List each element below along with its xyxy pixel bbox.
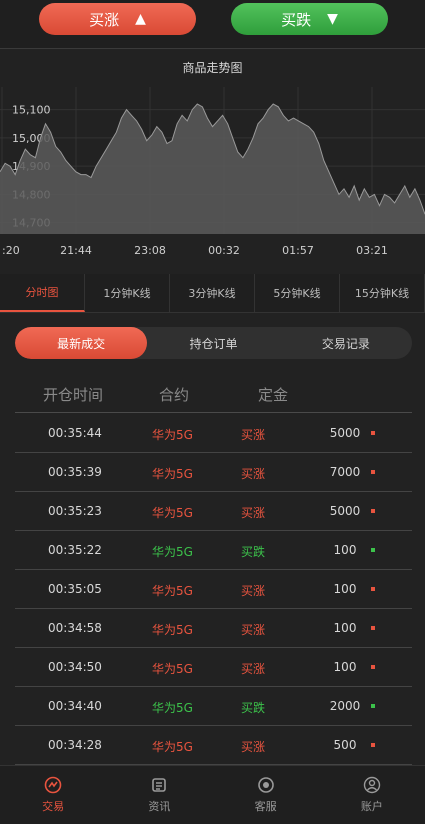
- x-tick-label: 03:21: [356, 244, 388, 257]
- row-amount: 5000: [329, 426, 361, 440]
- nav-trade[interactable]: 交易: [0, 766, 106, 824]
- price-trend-chart: 商品走势图 15,10015,00014,90014,80014,700:202…: [0, 49, 425, 274]
- status-dot: [371, 743, 375, 747]
- buy-rise-button[interactable]: 买涨 ▲: [39, 3, 196, 35]
- tab-open-orders[interactable]: 持仓订单: [147, 327, 279, 359]
- row-direction: 买跌: [241, 701, 266, 715]
- row-direction: 买涨: [241, 506, 266, 520]
- row-time: 00:35:05: [48, 582, 102, 596]
- row-time: 00:34:28: [48, 738, 102, 752]
- row-amount: 2000: [329, 699, 361, 713]
- x-tick-label: 23:08: [134, 244, 166, 257]
- row-amount: 100: [333, 660, 357, 674]
- status-dot: [371, 626, 375, 630]
- table-row: 00:35:44 华为5G 买涨 5000: [15, 414, 412, 453]
- row-time: 00:34:40: [48, 699, 102, 713]
- header-open-time: 开仓时间: [43, 386, 104, 404]
- x-tick-label: 01:57: [282, 244, 314, 257]
- table-row: 00:34:50 华为5G 买涨 100: [15, 648, 412, 687]
- header-deposit: 定金: [258, 386, 289, 404]
- row-time: 00:35:44: [48, 426, 102, 440]
- header-contract: 合约: [159, 386, 190, 404]
- x-tick-label: :20: [2, 244, 20, 257]
- status-dot: [371, 470, 375, 474]
- row-direction: 买涨: [241, 662, 266, 676]
- nav-account-label: 账户: [360, 800, 383, 813]
- period-tabs: 分时图 1分钟K线 3分钟K线 5分钟K线 15分钟K线: [0, 274, 425, 313]
- table-row: 00:34:40 华为5G 买跌 2000: [15, 687, 412, 726]
- row-contract: 华为5G: [152, 467, 193, 481]
- row-amount: 100: [333, 582, 357, 596]
- row-contract: 华为5G: [152, 545, 193, 559]
- row-direction: 买涨: [241, 428, 266, 442]
- table-row: 00:35:22 华为5G 买跌 100: [15, 531, 412, 570]
- table-row: 00:35:39 华为5G 买涨 7000: [15, 453, 412, 492]
- row-time: 00:35:23: [48, 504, 102, 518]
- row-direction: 买涨: [241, 740, 266, 754]
- tab-timeshare[interactable]: 分时图: [0, 274, 85, 312]
- row-amount: 5000: [329, 504, 361, 518]
- tab-1min-kline[interactable]: 1分钟K线: [85, 274, 170, 312]
- nav-support[interactable]: 客服: [213, 766, 319, 824]
- account-icon: [363, 776, 381, 794]
- row-time: 00:34:50: [48, 660, 102, 674]
- top-action-bar: 买涨 ▲ 买跌 ▼: [0, 0, 425, 49]
- row-direction: 买涨: [241, 467, 266, 481]
- tab-latest-deals[interactable]: 最新成交: [15, 327, 148, 359]
- row-amount: 100: [333, 543, 357, 557]
- bottom-nav: 交易 资讯 客服 账户: [0, 765, 425, 824]
- news-icon: [150, 776, 168, 794]
- table-header: 开仓时间 合约 定金: [15, 376, 412, 413]
- status-dot: [371, 431, 375, 435]
- status-dot: [371, 665, 375, 669]
- tab-15min-kline[interactable]: 15分钟K线: [340, 274, 425, 312]
- table-row: 00:34:28 华为5G 买涨 500: [15, 726, 412, 765]
- nav-news-label: 资讯: [148, 800, 171, 813]
- row-contract: 华为5G: [152, 428, 193, 442]
- status-dot: [371, 704, 375, 708]
- tab-trade-records[interactable]: 交易记录: [280, 327, 412, 359]
- row-direction: 买涨: [241, 584, 266, 598]
- buy-fall-button[interactable]: 买跌 ▼: [231, 3, 388, 35]
- status-dot: [371, 587, 375, 591]
- row-time: 00:34:58: [48, 621, 102, 635]
- x-tick-label: 21:44: [60, 244, 92, 257]
- y-tick-label: 15,100: [12, 104, 51, 117]
- row-contract: 华为5G: [152, 662, 193, 676]
- support-icon: [257, 776, 275, 794]
- row-contract: 华为5G: [152, 701, 193, 715]
- x-tick-label: 00:32: [208, 244, 240, 257]
- status-dot: [371, 548, 375, 552]
- row-direction: 买涨: [241, 623, 266, 637]
- status-dot: [371, 509, 375, 513]
- trade-icon: [44, 776, 62, 794]
- table-row: 00:35:05 华为5G 买涨 100: [15, 570, 412, 609]
- row-amount: 7000: [329, 465, 361, 479]
- row-contract: 华为5G: [152, 623, 193, 637]
- price-area: [0, 104, 425, 234]
- nav-account[interactable]: 账户: [319, 766, 425, 824]
- row-time: 00:35:39: [48, 465, 102, 479]
- row-contract: 华为5G: [152, 506, 193, 520]
- nav-support-label: 客服: [254, 800, 277, 813]
- row-time: 00:35:22: [48, 543, 102, 557]
- nav-trade-label: 交易: [42, 800, 65, 813]
- row-contract: 华为5G: [152, 740, 193, 754]
- down-triangle-icon: ▼: [327, 11, 338, 27]
- up-triangle-icon: ▲: [135, 11, 146, 27]
- table-row: 00:35:23 华为5G 买涨 5000: [15, 492, 412, 531]
- buy-fall-label: 买跌: [281, 10, 312, 29]
- row-amount: 100: [333, 621, 357, 635]
- chart-canvas: 15,10015,00014,90014,80014,700:2021:4423…: [0, 87, 425, 257]
- row-contract: 华为5G: [152, 584, 193, 598]
- row-amount: 500: [333, 738, 357, 752]
- records-segmented-control: 最新成交 持仓订单 交易记录: [15, 327, 412, 359]
- row-direction: 买跌: [241, 545, 266, 559]
- buy-rise-label: 买涨: [89, 10, 120, 29]
- tab-5min-kline[interactable]: 5分钟K线: [255, 274, 340, 312]
- nav-news[interactable]: 资讯: [106, 766, 212, 824]
- deals-table: 00:35:44 华为5G 买涨 5000 00:35:39 华为5G 买涨 7000 00:3…: [15, 414, 412, 765]
- table-row: 00:34:58 华为5G 买涨 100: [15, 609, 412, 648]
- tab-3min-kline[interactable]: 3分钟K线: [170, 274, 255, 312]
